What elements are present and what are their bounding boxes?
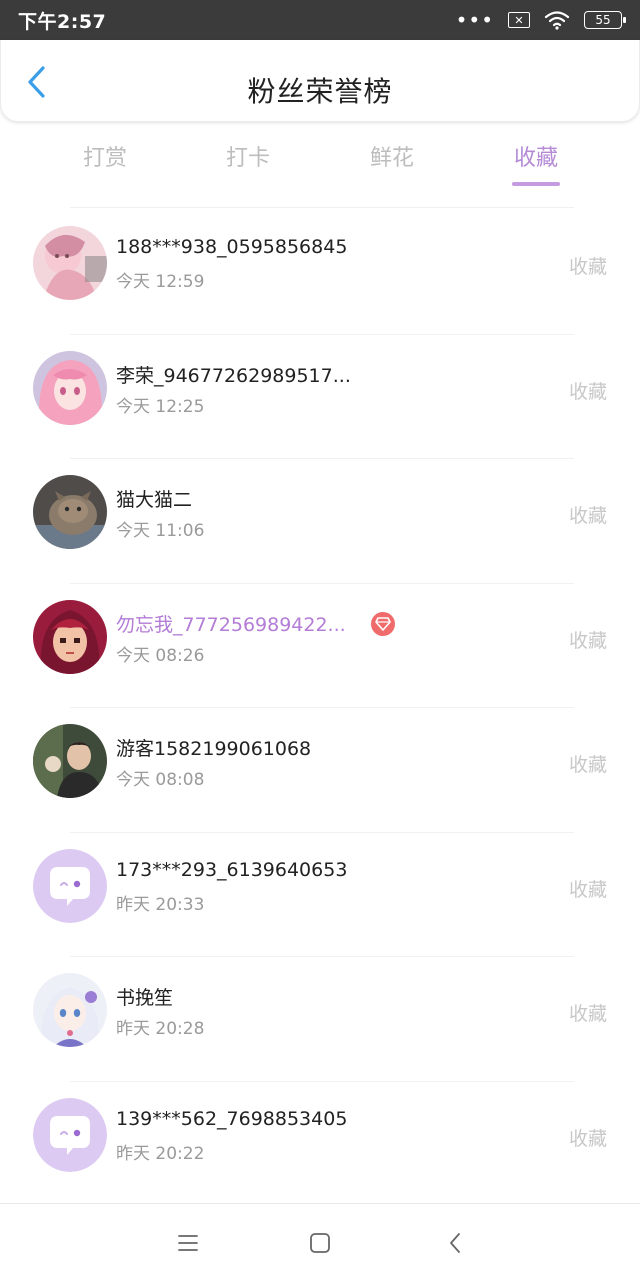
fan-list: 188***938_0595856845 今天 12:59 收藏 李荣_9467… — [0, 210, 640, 1206]
avatar[interactable] — [33, 599, 107, 674]
timestamp: 今天 12:59 — [116, 272, 205, 292]
avatar[interactable] — [33, 350, 107, 425]
timestamp: 今天 11:06 — [116, 521, 205, 541]
timestamp: 今天 08:08 — [116, 770, 205, 790]
avatar[interactable] — [33, 848, 107, 923]
avatar[interactable] — [33, 724, 107, 798]
status-icons: ••• ✕ 55 — [455, 8, 626, 32]
menu-icon — [178, 1235, 198, 1251]
system-nav-bar — [0, 1203, 640, 1280]
list-item[interactable]: 猫大猫二 今天 11:06 收藏 — [0, 459, 640, 584]
user-name: 书挽笙 — [116, 987, 174, 1009]
status-bar: 下午2:57 ••• ✕ 55 — [0, 0, 640, 40]
default-avatar-icon — [33, 1097, 107, 1172]
list-item[interactable]: 书挽笙 昨天 20:28 收藏 — [0, 957, 640, 1082]
tab-reward[interactable]: 打赏 — [57, 140, 153, 172]
more-dots-icon: ••• — [455, 8, 494, 32]
favorite-label: 收藏 — [568, 878, 607, 901]
home-square-icon — [310, 1233, 330, 1253]
avatar[interactable] — [33, 1097, 107, 1172]
favorite-label: 收藏 — [568, 380, 607, 403]
list-item[interactable]: 李荣_94677262989517... 今天 12:25 收藏 — [0, 335, 640, 459]
user-name: 李荣_94677262989517... — [116, 364, 351, 387]
favorite-label: 收藏 — [568, 505, 607, 527]
avatar[interactable] — [33, 475, 107, 549]
active-tab-indicator — [512, 182, 560, 186]
tab-bar: 打赏 打卡 鲜花 收藏 — [0, 128, 640, 194]
user-name: 勿忘我_777256989422... — [116, 613, 346, 636]
user-name: 猫大猫二 — [116, 489, 193, 511]
divider — [70, 207, 574, 208]
vip-badge — [371, 611, 395, 636]
user-name: 173***293_6139640653 — [116, 858, 348, 881]
page-title: 粉丝荣誉榜 — [247, 75, 393, 108]
list-item[interactable]: 139***562_7698853405 昨天 20:22 收藏 — [0, 1082, 640, 1207]
header-bar: 粉丝荣誉榜 — [0, 40, 640, 122]
user-name: 188***938_0595856845 — [116, 236, 348, 258]
list-item[interactable]: 173***293_6139640653 昨天 20:33 收藏 — [0, 833, 640, 957]
favorite-label: 收藏 — [568, 1127, 607, 1150]
list-item[interactable]: 188***938_0595856845 今天 12:59 收藏 — [0, 210, 640, 335]
battery-icon: 55 — [584, 11, 626, 29]
avatar[interactable] — [33, 973, 107, 1047]
favorite-label: 收藏 — [568, 754, 607, 776]
tab-favorites[interactable]: 收藏 — [488, 140, 584, 172]
no-sim-icon: ✕ — [508, 12, 530, 28]
home-button[interactable] — [303, 1226, 337, 1260]
timestamp: 昨天 20:22 — [116, 1143, 205, 1164]
tab-checkin[interactable]: 打卡 — [200, 140, 296, 172]
status-time: 下午2:57 — [18, 10, 107, 33]
back-chevron-icon — [450, 1233, 460, 1253]
favorite-label: 收藏 — [568, 629, 607, 652]
favorite-label: 收藏 — [568, 1003, 607, 1025]
tab-flowers[interactable]: 鲜花 — [344, 140, 440, 172]
diamond-icon — [375, 616, 391, 631]
timestamp: 昨天 20:28 — [116, 1019, 205, 1039]
timestamp: 昨天 20:33 — [116, 894, 205, 915]
default-avatar-icon — [33, 848, 107, 923]
timestamp: 今天 12:25 — [116, 396, 205, 417]
list-item[interactable]: 勿忘我_777256989422... 今天 08:26 收藏 — [0, 584, 640, 708]
system-back-button[interactable] — [438, 1226, 472, 1260]
menu-button[interactable] — [171, 1226, 205, 1260]
timestamp: 今天 08:26 — [116, 645, 205, 666]
user-name: 139***562_7698853405 — [116, 1107, 348, 1130]
list-item[interactable]: 游客1582199061068 今天 08:08 收藏 — [0, 708, 640, 833]
favorite-label: 收藏 — [568, 256, 607, 278]
avatar[interactable] — [33, 226, 107, 300]
user-name: 游客1582199061068 — [116, 738, 312, 760]
wifi-icon — [544, 11, 570, 30]
